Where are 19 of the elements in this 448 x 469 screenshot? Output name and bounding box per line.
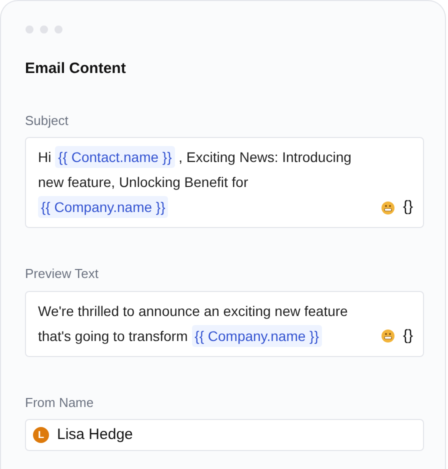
variable-tag[interactable]: {{ Company.name }} [192,324,322,346]
field-text: We're thrilled to announce an exciting new feature that's going to transform {{ Company.name }} [38,298,367,348]
avatar: L [33,427,49,443]
section-title: Email Content [25,59,127,79]
field-value: Lisa Hedge [57,424,133,445]
smiley-icon[interactable] [380,200,395,214]
input-field[interactable]: We're thrilled to announce an exciting new feature that's going to transform {{ Company.name }} {} [25,290,424,356]
smiley-icon[interactable] [380,329,395,343]
variable-tag[interactable]: {{ Contact.name }} [55,146,175,168]
variable-tag[interactable]: {{ Company.name }} [38,196,168,218]
window-dots-icon [25,25,63,34]
field-label: Subject [25,112,70,130]
variable-button[interactable]: {} [402,324,413,348]
input-field[interactable]: Hi {{ Contact.name }} , Exciting News: Introducing new feature, Unlocking Benefit for {{ Company.name }} {} [25,137,424,228]
input-field[interactable]: L Lisa Hedge [25,419,424,451]
field-text: Hi {{ Contact.name }} , Exciting News: Introducing new feature, Unlocking Benefit for {{ Company.name }} [38,145,367,220]
field-label: From Name [25,394,95,412]
variable-button[interactable]: {} [402,196,413,219]
field-label: Preview Text [25,265,100,283]
